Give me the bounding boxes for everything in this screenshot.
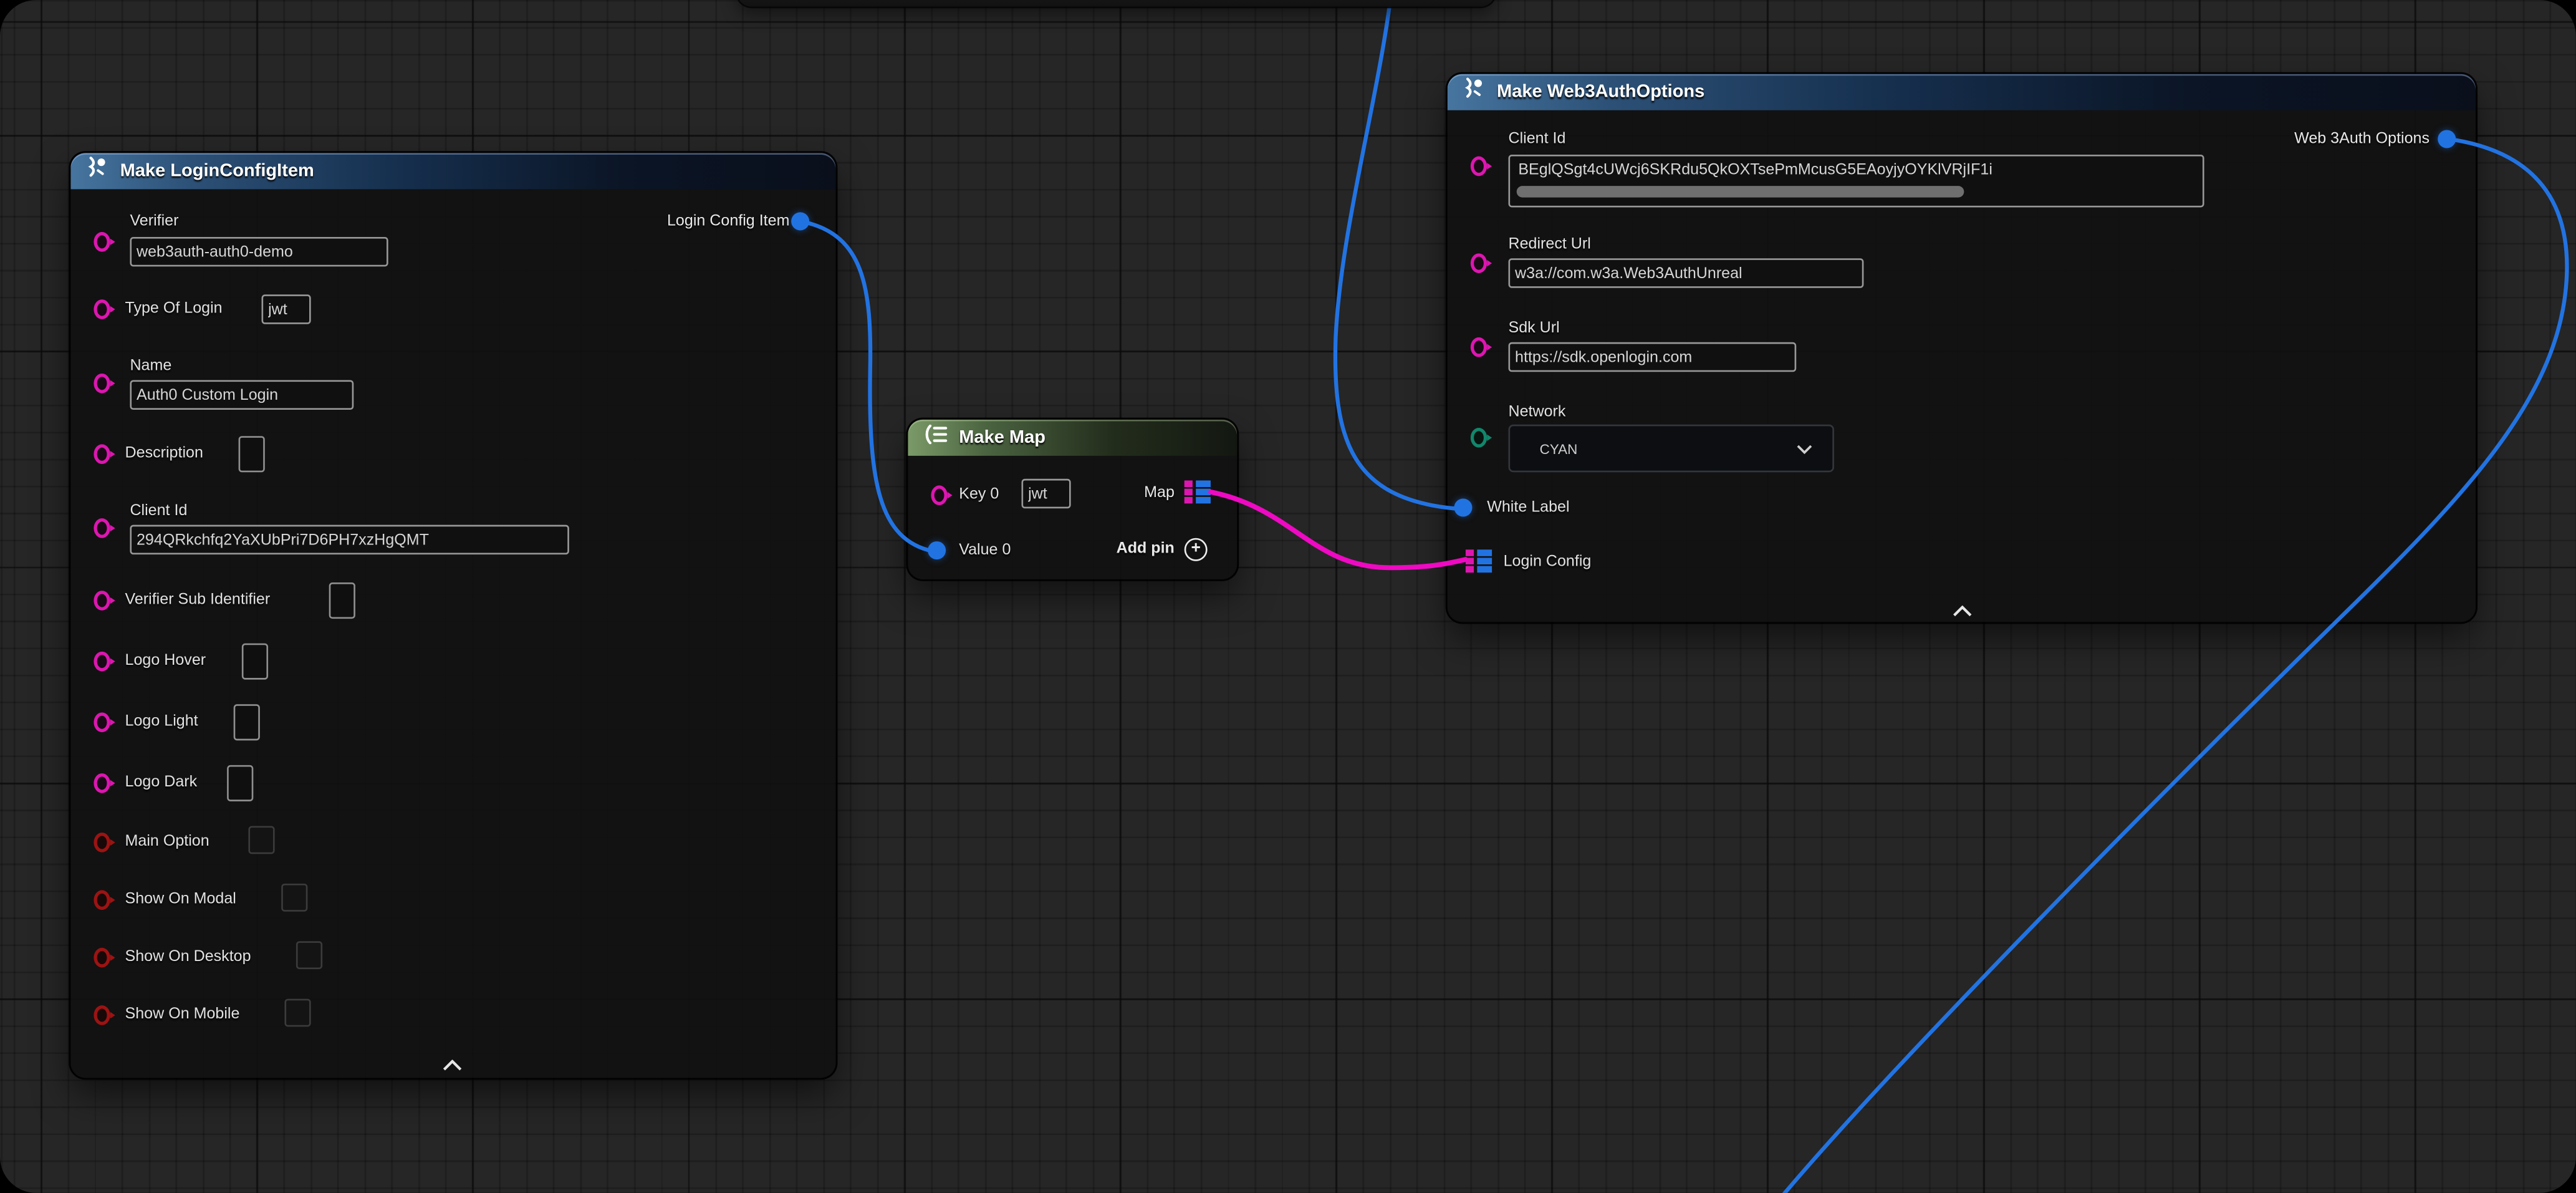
wire-offscreen-to-white-label[interactable] bbox=[1335, 0, 1454, 508]
blueprint-canvas[interactable]: Make LoginConfigItem Verifier Type Of Lo… bbox=[0, 0, 2576, 1193]
wire-login-config-item-to-value0[interactable] bbox=[804, 222, 933, 551]
wire-web3auth-options-output[interactable] bbox=[1777, 140, 2567, 1193]
blueprint-editor: Make LoginConfigItem Verifier Type Of Lo… bbox=[0, 0, 2576, 1193]
offscreen-node-partial[interactable] bbox=[737, 0, 1495, 7]
